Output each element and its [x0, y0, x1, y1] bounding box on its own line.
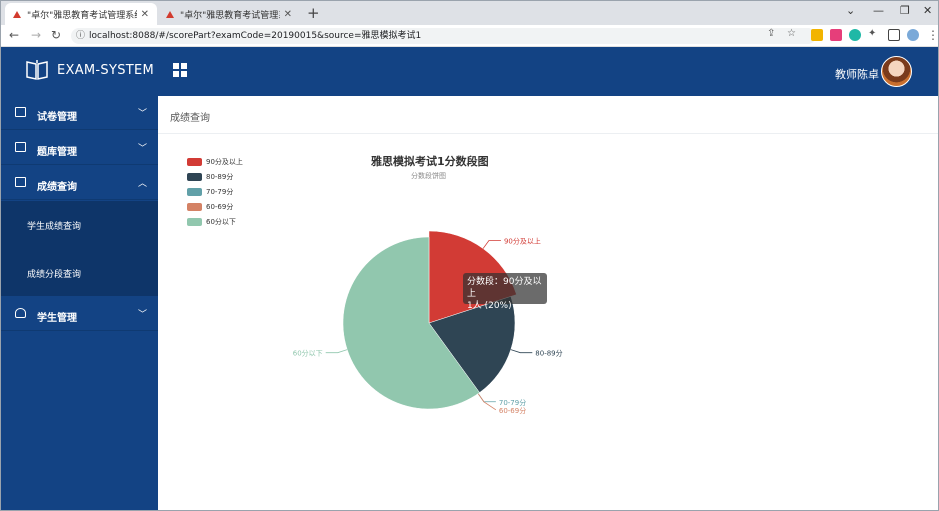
pie-label: 90分及以上: [504, 236, 541, 245]
browser-window: "卓尔"雅思教育考试管理系统 ✕ "卓尔"雅思教育考试管理系统 ✕ + ⌄ — …: [0, 0, 939, 511]
sidebar-item-score-query[interactable]: 成绩查询 ︿: [1, 166, 158, 200]
chevron-down-icon: ﹀: [138, 109, 148, 119]
book-logo-icon: [26, 60, 48, 80]
browser-tab-bar: "卓尔"雅思教育考试管理系统 ✕ "卓尔"雅思教育考试管理系统 ✕ + ⌄ — …: [1, 1, 938, 25]
profile-icon[interactable]: [907, 29, 919, 41]
score-icon: [15, 177, 26, 187]
sidebar-subitem-score-segment[interactable]: 成绩分段查询: [27, 267, 81, 280]
pie-label-line: [325, 349, 348, 354]
sidebar-subitem-student-score[interactable]: 学生成绩查询: [27, 219, 81, 232]
browser-tab-active[interactable]: "卓尔"雅思教育考试管理系统 ✕: [5, 3, 157, 25]
favicon-icon: [13, 10, 21, 18]
address-bar-row: ← → ↻ ⓘ localhost:8088/#/scorePart?examC…: [1, 25, 938, 47]
restore-icon[interactable]: ❐: [900, 4, 910, 17]
pie-label-line: [482, 240, 501, 249]
chevron-up-icon: ︿: [138, 179, 148, 189]
pie-label: 80-89分: [535, 349, 562, 358]
close-icon[interactable]: ✕: [141, 9, 149, 20]
tooltip-line: 分数段：90分及以上: [467, 277, 542, 299]
bookmark-star-icon[interactable]: ☆: [787, 28, 796, 39]
sidebar-item-label: 学生管理: [37, 313, 77, 324]
tooltip-line: 1人 (20%): [467, 301, 512, 311]
new-tab-icon[interactable]: +: [307, 4, 320, 22]
main-content: 成绩查询 90分及以上 80-89分 70-79分 60-69分 60分以下 雅思模拟考…: [158, 96, 938, 510]
paper-icon: [15, 107, 26, 117]
chart-tooltip: 分数段：90分及以上 1人 (20%): [463, 273, 547, 311]
back-icon[interactable]: ←: [9, 28, 19, 42]
url-input[interactable]: ⓘ localhost:8088/#/scorePart?examCode=20…: [71, 28, 816, 44]
forward-icon[interactable]: →: [31, 28, 41, 42]
minimize-icon[interactable]: —: [873, 4, 884, 17]
chevron-down-icon: ﹀: [138, 310, 148, 320]
close-window-icon[interactable]: ✕: [923, 4, 932, 17]
url-text: localhost:8088/#/scorePart?examCode=2019…: [89, 31, 422, 41]
question-bank-icon: [15, 142, 26, 152]
reload-icon[interactable]: ↻: [51, 28, 61, 42]
sidebar-item-label: 试卷管理: [37, 112, 77, 123]
sidebar-item-label: 题库管理: [37, 147, 77, 158]
sidebar: 试卷管理 ﹀ 题库管理 ﹀ 成绩查询 ︿ 学生成绩查询 成绩分段查询 学生管理 …: [1, 96, 158, 510]
close-icon[interactable]: ✕: [284, 9, 292, 20]
apps-grid-icon[interactable]: [173, 63, 187, 77]
sidebar-item-student-management[interactable]: 学生管理 ﹀: [1, 297, 158, 331]
extensions-puzzle-icon[interactable]: ✦: [868, 28, 876, 39]
browser-tab-inactive[interactable]: "卓尔"雅思教育考试管理系统 ✕: [158, 3, 300, 25]
student-icon: [15, 308, 26, 318]
chevron-down-icon: ﹀: [138, 144, 148, 154]
pie-chart: 90分及以上 80-89分 70-79分60-69分 60分以下: [293, 230, 563, 415]
sidebar-item-question-bank[interactable]: 题库管理 ﹀: [1, 131, 158, 165]
pie-label: 60-69分: [499, 406, 526, 415]
pie-label-line: [510, 349, 533, 354]
sidebar-item-paper-management[interactable]: 试卷管理 ﹀: [1, 96, 158, 130]
tab-title: "卓尔"雅思教育考试管理系统: [180, 10, 280, 21]
pie-label: 70-79分: [499, 398, 526, 407]
extension-icon[interactable]: [830, 29, 842, 41]
share-icon[interactable]: ⇪: [767, 28, 775, 39]
menu-dots-icon[interactable]: ⋮: [927, 28, 938, 42]
favicon-icon: [166, 10, 174, 18]
avatar[interactable]: [881, 56, 912, 87]
user-name[interactable]: 教师陈卓: [835, 66, 879, 82]
sidebar-item-label: 成绩查询: [37, 182, 77, 193]
app-logo-text[interactable]: EXAM-SYSTEM: [57, 63, 154, 78]
pie-label: 60分以下: [293, 349, 323, 358]
tab-title: "卓尔"雅思教育考试管理系统: [27, 10, 137, 21]
site-info-icon[interactable]: ⓘ: [76, 28, 85, 44]
app-header: EXAM-SYSTEM 教师陈卓: [1, 47, 938, 96]
extension-icon[interactable]: [811, 29, 823, 41]
tab-search-icon[interactable]: ⌄: [846, 4, 855, 17]
side-panel-icon[interactable]: [888, 29, 900, 41]
extension-icon[interactable]: [849, 29, 861, 41]
sidebar-submenu: 学生成绩查询 成绩分段查询: [1, 201, 158, 296]
